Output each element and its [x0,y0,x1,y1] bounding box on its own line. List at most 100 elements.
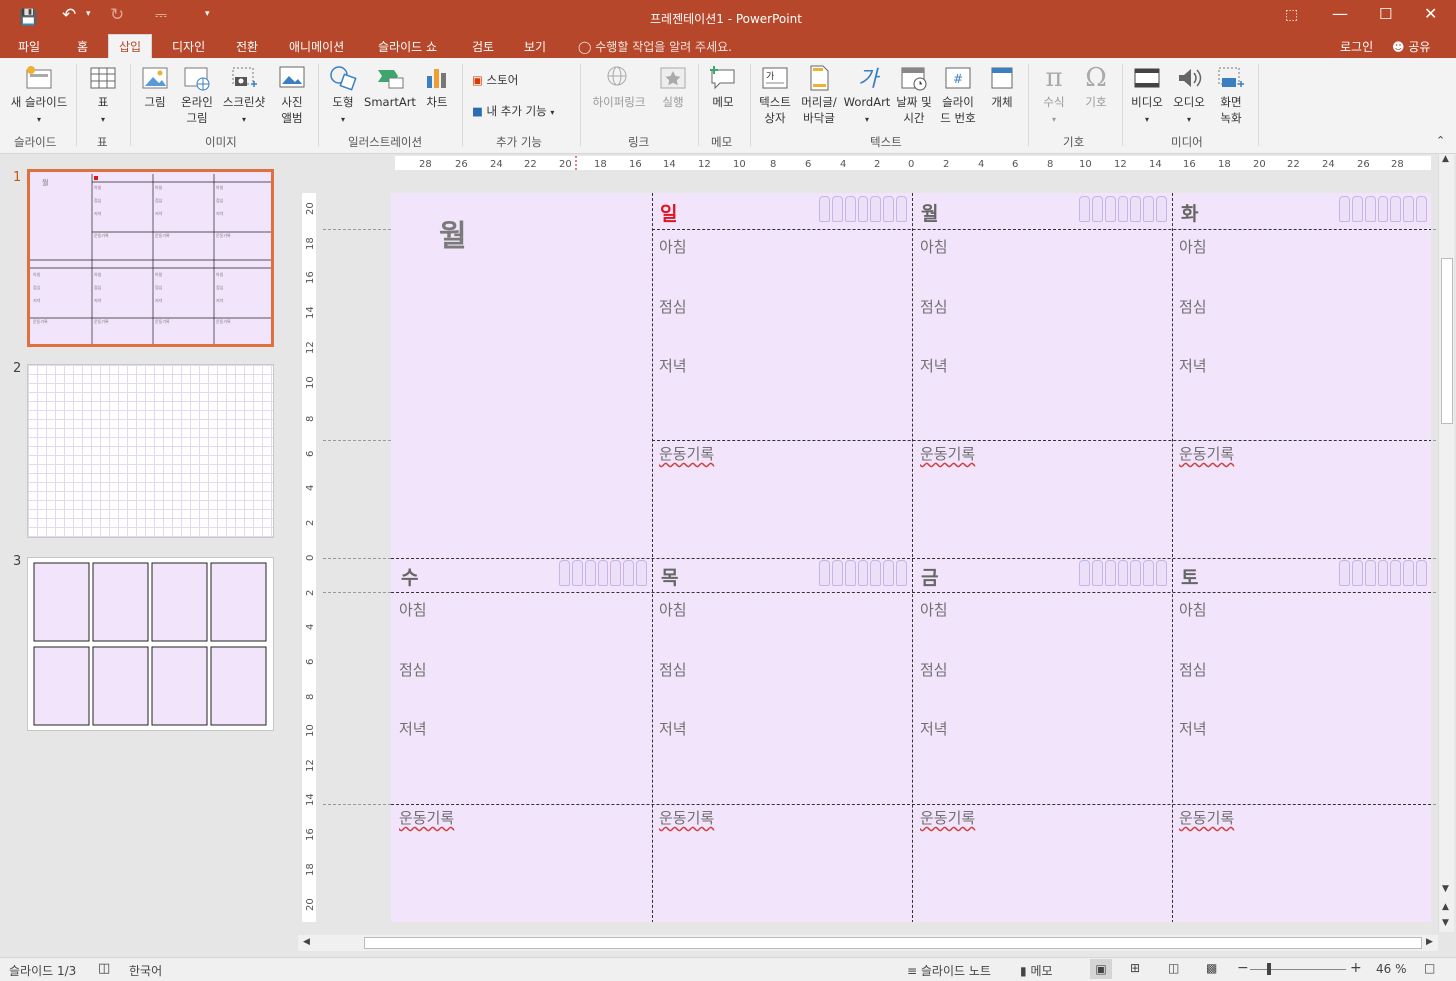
slide-canvas[interactable]: 월 일 아침 점심 저녁 운동기록 월 아침 점심 저녁 운동기록 화 아침 점… [391,193,1431,922]
notes-button[interactable]: ≡ 슬라이드 노트 [907,962,991,979]
ribbon-display-options-icon[interactable]: ⬚ [1285,7,1298,23]
my-addins-button[interactable]: ■ 내 추가 기능 ▾ [472,103,554,119]
smartart-button[interactable]: SmartArt [364,64,416,110]
audio-button[interactable]: 오디오 ▾ [1168,64,1210,128]
video-button[interactable]: 비디오 ▾ [1126,64,1168,128]
screen-recording-button[interactable]: 화면 녹화 [1210,64,1252,126]
svg-text:운동기록: 운동기록 [155,318,170,324]
customize-qat-icon[interactable]: ▾ [205,9,210,19]
zoom-slider-thumb[interactable] [1267,963,1271,975]
vertical-scrollbar[interactable]: ▲ ▼ ▲ ▼ [1438,154,1454,932]
day-title: 목 [661,567,679,589]
thumb-number-3: 3 [13,554,22,569]
close-icon[interactable]: ✕ [1424,4,1437,23]
tab-file[interactable]: 파일 [18,38,40,55]
tab-insert[interactable]: 삽입 [108,34,153,58]
tab-home[interactable]: 홈 [77,38,88,55]
zoom-slider[interactable] [1250,969,1346,970]
datetime-button[interactable]: 날짜 및 시간 [892,64,936,126]
online-picture-button[interactable]: 온라인 그림 [176,64,218,126]
table-button[interactable]: 표 ▾ [84,64,122,128]
svg-text:운동기록: 운동기록 [155,232,170,238]
share-button[interactable]: ☻ 공유 [1392,38,1430,55]
zoom-out-icon[interactable]: − [1237,960,1249,976]
slide-thumbnail-2[interactable] [27,364,274,538]
month-label[interactable]: 월 [439,211,467,255]
scroll-left-icon[interactable]: ◀ [303,937,310,947]
photo-album-button[interactable]: 사진 앨범 [272,64,312,126]
spellcheck-icon[interactable]: ◫ [98,961,110,976]
language-status[interactable]: 한국어 [129,962,162,979]
water-bottles-icon [819,196,908,224]
tab-view[interactable]: 보기 [524,38,546,55]
meal-dinner: 저녁 [920,357,948,375]
tab-design[interactable]: 디자인 [172,38,205,55]
slide-sorter-icon[interactable]: ⊞ [1130,961,1140,975]
meal-breakfast: 아침 [659,238,687,256]
svg-text:운동기록: 운동기록 [94,318,109,324]
normal-view-icon[interactable]: ▣ [1090,959,1112,979]
picture-button[interactable]: 그림 [136,64,174,110]
fit-to-window-icon[interactable]: □ [1424,961,1435,975]
reading-view-icon[interactable]: ◫ [1168,961,1179,975]
tab-animations[interactable]: 애니메이션 [289,38,344,55]
h-scrollbar-thumb[interactable] [364,937,1422,949]
svg-text:10: 10 [305,724,316,737]
slide-number-button[interactable]: # 슬라이 드 번호 [936,64,980,126]
start-from-beginning-icon[interactable]: ⎓ [155,6,167,24]
hyperlink-button[interactable]: 하이퍼링크 [588,64,650,110]
login-link[interactable]: 로그인 [1340,38,1373,55]
maximize-icon[interactable]: ☐ [1379,5,1392,23]
tab-transitions[interactable]: 전환 [236,38,258,55]
symbol-button[interactable]: Ω 기호 [1076,64,1116,110]
comment-bubble-icon: ▮ [1020,964,1027,978]
svg-text:6: 6 [805,159,811,170]
action-button[interactable]: 실행 [656,64,690,110]
meal-lunch: 점심 [659,661,687,679]
title-bar: 💾 ↶ ▾ ↻ ⎓ ▾ 프레젠테이션1 - PowerPoint ⬚ — ☐ ✕ [0,0,1456,34]
save-icon[interactable]: 💾 [19,8,38,26]
slide-thumbnail-3[interactable] [27,557,274,731]
scroll-down-icon[interactable]: ▼ [1442,884,1449,894]
textbox-button[interactable]: 가 텍스트 상자 [754,64,796,126]
next-slide-icon[interactable]: ▼ [1442,918,1449,928]
comments-button[interactable]: ▮ 메모 [1020,962,1053,979]
chart-button[interactable]: 차트 [420,64,454,110]
scrollbar-thumb[interactable] [1441,258,1453,424]
slideshow-view-icon[interactable]: ▩ [1206,961,1217,975]
scroll-right-icon[interactable]: ▶ [1426,937,1433,947]
photo-album-icon [277,64,307,92]
tell-me-box[interactable]: ◯ 수행할 작업을 알려 주세요. [578,38,732,55]
svg-text:20: 20 [559,159,572,170]
minimize-icon[interactable]: — [1332,4,1348,23]
header-footer-button[interactable]: 머리글/ 바닥글 [796,64,842,126]
shapes-button[interactable]: 도형 ▾ [324,64,362,128]
undo-icon[interactable]: ↶ [62,5,76,25]
scroll-up-icon[interactable]: ▲ [1442,154,1449,164]
hyperlink-icon [604,64,634,92]
horizontal-scrollbar[interactable]: ◀ ▶ [298,935,1438,951]
zoom-level[interactable]: 46 % [1376,962,1407,976]
svg-text:14: 14 [663,159,676,170]
comment-button[interactable]: 메모 [704,64,742,110]
object-button[interactable]: 개체 [982,64,1022,110]
wordart-button[interactable]: 가 WordArt ▾ [842,64,892,128]
tab-slideshow[interactable]: 슬라이드 쇼 [378,38,437,55]
zoom-in-icon[interactable]: + [1350,960,1362,976]
redo-icon[interactable]: ↻ [110,5,124,25]
collapse-ribbon-icon[interactable]: ⌃ [1436,134,1445,147]
slide-thumbnail-1[interactable]: 월 아침 아침 아침 점심 점심 점심 저녁 저녁 저녁 운동기록 운동기록 운동기록 아침 아침… [27,169,274,347]
svg-text:6: 6 [1012,159,1018,170]
svg-text:2: 2 [874,159,880,170]
svg-text:4: 4 [978,159,984,170]
tab-review[interactable]: 검토 [472,38,494,55]
slide-number-icon: # [943,64,973,92]
undo-dropdown-icon[interactable]: ▾ [86,9,91,19]
store-button[interactable]: ▣ 스토어 [472,72,518,88]
equation-button[interactable]: π 수식 ▾ [1034,64,1074,128]
screenshot-button[interactable]: 스크린샷 ▾ [218,64,270,128]
new-slide-button[interactable]: 새 슬라이드 ▾ [6,64,72,128]
previous-slide-icon[interactable]: ▲ [1442,902,1449,912]
svg-text:저녁: 저녁 [155,297,163,303]
svg-text:14: 14 [1149,159,1162,170]
